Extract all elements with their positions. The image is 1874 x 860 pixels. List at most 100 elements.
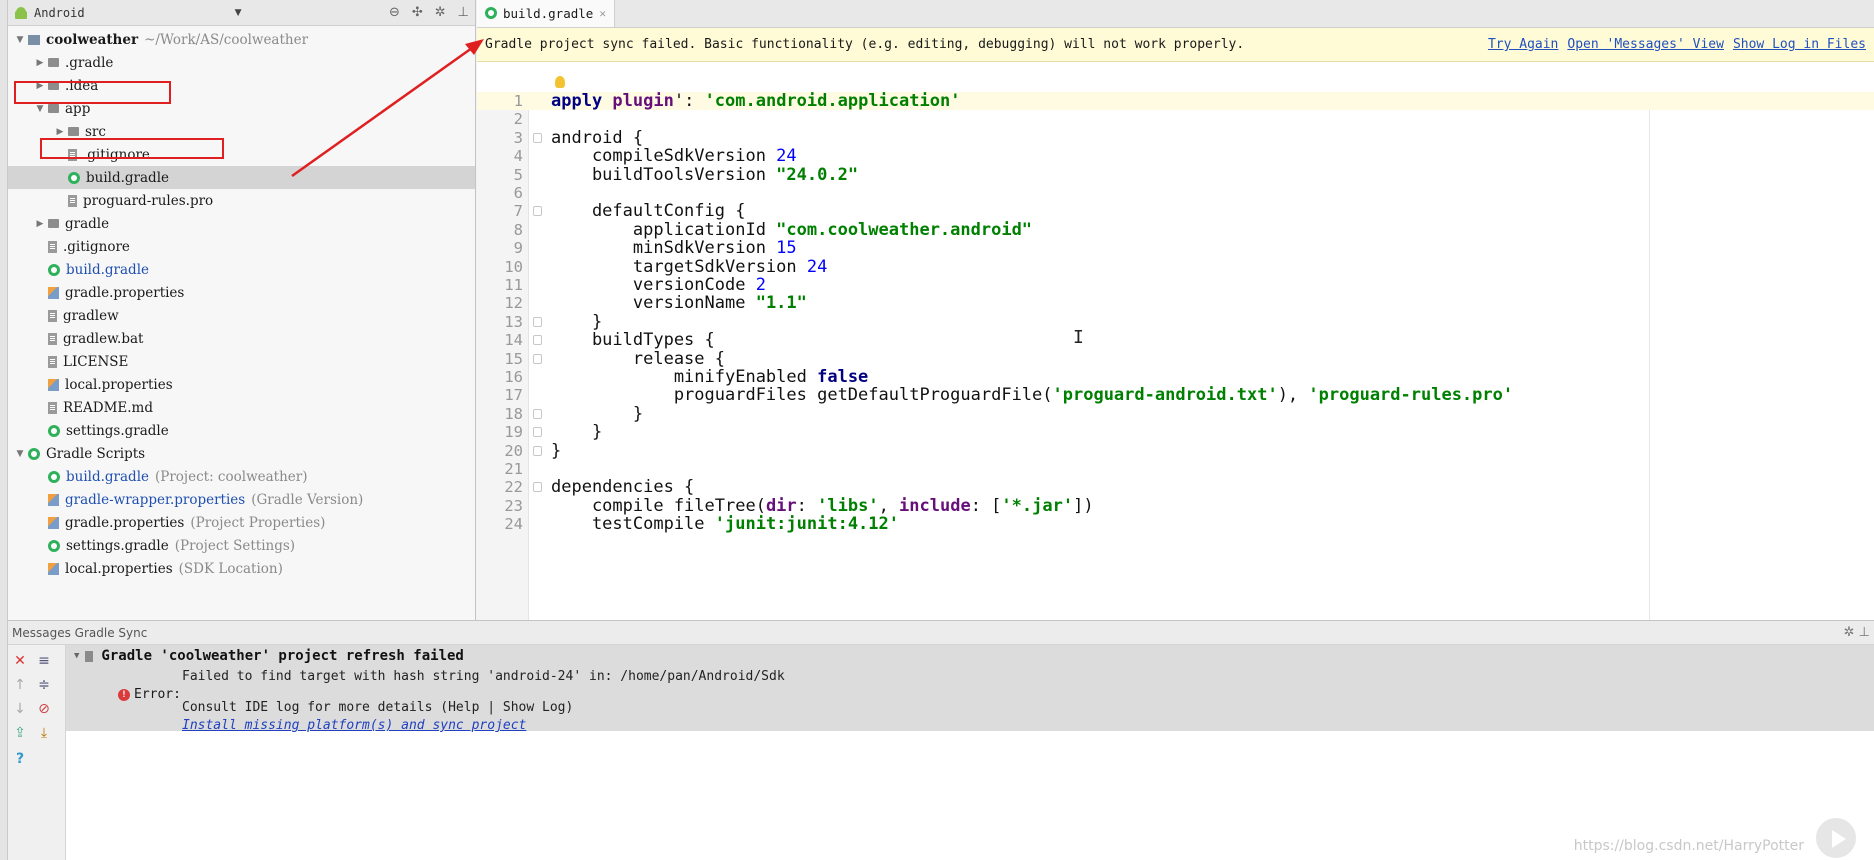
tree-item[interactable]: gradle.properties (Project Properties) <box>8 511 475 534</box>
collapse-all-icon[interactable]: ✣ <box>412 5 423 20</box>
tree-item[interactable]: ▶ .idea <box>8 74 475 97</box>
close-icon[interactable]: ✕ <box>12 653 28 669</box>
collapse-all-icon[interactable]: ≑ <box>36 677 52 693</box>
open-messages-view-link[interactable]: Open 'Messages' View <box>1567 37 1724 52</box>
code-line[interactable]: 5 buildToolsVersion "24.0.2" <box>477 165 1874 184</box>
code-line[interactable]: 23 compile fileTree(dir: 'libs', include… <box>477 497 1874 515</box>
tree-item[interactable]: gradle-wrapper.properties (Gradle Version… <box>8 488 475 511</box>
fold-marker-icon[interactable] <box>533 316 542 327</box>
code-line[interactable]: 1 apply plugin': 'com.android.application… <box>477 92 1874 111</box>
code-line[interactable]: 20} <box>477 441 1874 460</box>
arrow-up-icon[interactable]: ↑ <box>12 677 28 693</box>
code-line[interactable]: 12 versionName "1.1" <box>477 294 1874 312</box>
arrow-down-icon[interactable]: ↓ <box>12 701 28 717</box>
messages-gear-icon[interactable]: ✲ ⊥ <box>1844 625 1870 640</box>
chevron-down-icon[interactable]: ▼ <box>74 651 79 661</box>
tree-item[interactable]: ▼ app <box>8 97 475 120</box>
tree-item[interactable]: local.properties <box>8 373 475 396</box>
code-line[interactable]: 16 minifyEnabled false <box>477 368 1874 386</box>
messages-panel: Messages Gradle Sync ✲ ⊥ ✕ ≡ ↑ ≑ ↓ ⊘ ⇪ ⤓… <box>8 620 1874 860</box>
expanded-arrow-icon[interactable]: ▼ <box>32 104 48 114</box>
code-line[interactable]: 10 targetSdkVersion 24 <box>477 257 1874 276</box>
download-icon[interactable]: ⤓ <box>36 725 52 741</box>
show-log-in-files-link[interactable]: Show Log in Files <box>1733 37 1866 52</box>
tree-item[interactable]: LICENSE <box>8 350 475 373</box>
tree-item[interactable]: local.properties (SDK Location) <box>8 557 475 580</box>
collapsed-arrow-icon[interactable]: ▶ <box>52 127 68 137</box>
message-title-row[interactable]: ▼ Gradle 'coolweather' project refresh f… <box>74 648 464 664</box>
expanded-arrow-icon[interactable]: ▼ <box>12 449 28 459</box>
try-again-link[interactable]: Try Again <box>1488 37 1558 52</box>
play-icon[interactable] <box>1814 816 1858 860</box>
tree-item[interactable]: ▼ coolweather ~/Work/AS/coolweather <box>8 28 475 51</box>
code-line[interactable]: 3 android { <box>477 129 1874 147</box>
code-token: android { <box>551 127 644 148</box>
expanded-arrow-icon[interactable]: ▼ <box>12 35 28 45</box>
code-line[interactable]: 18 } <box>477 405 1874 423</box>
gradle-icon <box>48 470 60 483</box>
fold-marker-icon[interactable] <box>533 427 542 438</box>
fold-marker-icon[interactable] <box>533 206 542 217</box>
collapsed-arrow-icon[interactable]: ▶ <box>32 81 48 91</box>
tab-build-gradle[interactable]: build.gradle ✕ <box>477 0 615 27</box>
tree-item[interactable]: ▼ Gradle Scripts <box>8 442 475 465</box>
tree-item[interactable]: proguard-rules.pro <box>8 189 475 212</box>
tree-item[interactable]: ▶ gradle <box>8 212 475 235</box>
editor-tab-bar: build.gradle ✕ <box>477 0 1874 28</box>
code-line[interactable]: 17 proguardFiles getDefaultProguardFile(… <box>477 386 1874 404</box>
tree-item[interactable]: ▶ .gradle <box>8 51 475 74</box>
tree-item[interactable]: build.gradle <box>8 258 475 281</box>
fold-marker-icon[interactable] <box>533 408 542 419</box>
code-line[interactable]: 6 <box>477 184 1874 202</box>
tree-item[interactable]: settings.gradle (Project Settings) <box>8 534 475 557</box>
expand-all-icon[interactable]: ≡ <box>36 653 52 669</box>
folder-icon <box>48 81 59 90</box>
tree-item[interactable]: ▶ src <box>8 120 475 143</box>
filter-errors-icon[interactable]: ⊘ <box>36 701 52 717</box>
chevron-down-icon[interactable]: ▼ <box>235 8 242 18</box>
fold-marker-icon[interactable] <box>533 445 542 456</box>
tree-item[interactable]: build.gradle (Project: coolweather) <box>8 465 475 488</box>
tree-item[interactable]: README.md <box>8 396 475 419</box>
code-line[interactable]: 7 defaultConfig { <box>477 202 1874 220</box>
code-line[interactable]: 21 <box>477 460 1874 478</box>
error-message-block[interactable]: ▼ Gradle 'coolweather' project refresh f… <box>66 645 1874 733</box>
fold-marker-icon[interactable] <box>533 132 542 143</box>
code-line[interactable]: 15 release { <box>477 349 1874 368</box>
code-line[interactable]: 14 buildTypes { <box>477 331 1874 349</box>
code-token: 'junit:junit:4.12' <box>714 514 899 535</box>
tree-item[interactable]: .gitignore <box>8 143 475 166</box>
project-view-selector[interactable]: Android <box>34 6 85 20</box>
help-icon[interactable]: ? <box>12 751 28 767</box>
collapsed-arrow-icon[interactable]: ▶ <box>32 58 48 68</box>
code-area[interactable]: 1 apply plugin': 'com.android.application… <box>477 92 1874 620</box>
tree-item[interactable]: gradlew <box>8 304 475 327</box>
fold-marker-icon[interactable] <box>533 482 542 493</box>
gear-icon[interactable]: ✲ <box>435 5 446 20</box>
code-text: compile fileTree(dir: 'libs', include: [… <box>551 497 1094 515</box>
tree-item[interactable]: gradlew.bat <box>8 327 475 350</box>
close-icon[interactable]: ✕ <box>599 7 606 20</box>
lightbulb-icon[interactable] <box>555 76 565 88</box>
tree-item-label: build.gradle <box>66 468 149 485</box>
code-line[interactable]: 4 compileSdkVersion 24 <box>477 147 1874 165</box>
tree-item[interactable]: build.gradle <box>8 166 475 189</box>
tree-item[interactable]: gradle.properties <box>8 281 475 304</box>
code-line[interactable]: 24 testCompile 'junit:junit:4.12' <box>477 515 1874 533</box>
code-line[interactable]: 19 } <box>477 423 1874 441</box>
code-line[interactable]: 13 } <box>477 313 1874 331</box>
install-platform-link[interactable]: Install missing platform(s) and sync pro… <box>182 718 526 733</box>
code-line[interactable]: 22 dependencies { <box>477 478 1874 496</box>
fold-marker-icon[interactable] <box>533 353 542 364</box>
tree-item[interactable]: settings.gradle <box>8 419 475 442</box>
code-line[interactable]: 9 minSdkVersion 15 <box>477 239 1874 257</box>
tree-item[interactable]: .gitignore <box>8 235 475 258</box>
collapsed-arrow-icon[interactable]: ▶ <box>32 219 48 229</box>
code-line[interactable]: 8 applicationId "com.coolweather.android… <box>477 221 1874 239</box>
code-line[interactable]: 11 versionCode 2 <box>477 276 1874 294</box>
code-line[interactable]: 2 <box>477 110 1874 128</box>
export-icon[interactable]: ⇪ <box>12 725 28 741</box>
hide-panel-icon[interactable]: ⊥ <box>458 5 469 20</box>
fold-marker-icon[interactable] <box>533 335 542 346</box>
sync-scroll-icon[interactable]: ⊖ <box>389 5 400 20</box>
